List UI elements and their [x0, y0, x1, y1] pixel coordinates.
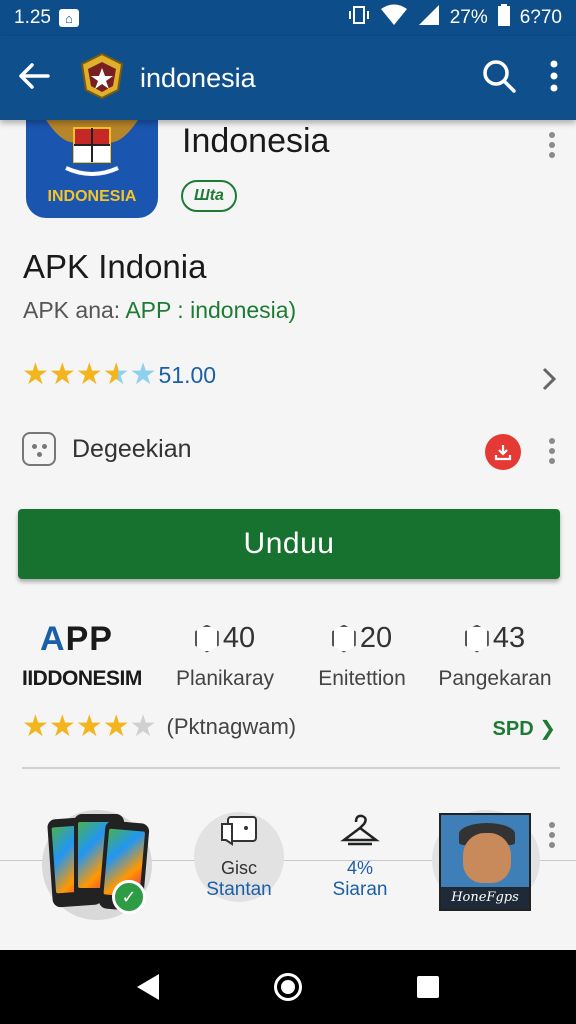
wifi-icon: [380, 4, 408, 32]
nav-recents-icon[interactable]: [416, 976, 439, 998]
signal-icon: [418, 4, 440, 32]
star-empty-icon: ★: [129, 710, 157, 743]
star-icon: ★: [75, 710, 103, 743]
download-icon[interactable]: [485, 434, 521, 470]
secondary-rating-text: (Pktnagwam): [166, 714, 297, 739]
brand-name: IIDDONESIM: [22, 667, 142, 690]
star-icon: ★: [48, 710, 76, 743]
stat-label: Pangekaran: [438, 667, 552, 690]
stat-item: 40 Planikaray: [160, 622, 290, 691]
hex-icon: [464, 624, 489, 653]
brand-logo-text: PP: [65, 620, 113, 658]
stat-label: Enitettion: [318, 667, 406, 690]
card-siaran[interactable]: 4% Siaran: [310, 810, 410, 901]
star-empty-icon: ★: [129, 358, 157, 391]
hanger-icon: [310, 810, 410, 854]
stat-label: Planikaray: [175, 667, 275, 690]
brand-block: APP IIDDONESIM: [22, 620, 142, 691]
stat-item: 20 Enitettion: [297, 622, 427, 691]
card-menu-icon[interactable]: [548, 822, 556, 848]
divider: [22, 767, 560, 769]
status-bar: 1.25 ⌂ 27% 6?70: [0, 0, 576, 36]
garuda-logo-icon: [78, 52, 126, 105]
notification-icon: ⌂: [58, 9, 79, 27]
apk-subtitle: APK ana: APP : indonesia): [23, 297, 296, 324]
star-icon: ★: [75, 358, 103, 391]
app-toolbar: indonesia: [0, 36, 576, 120]
card-line1: Gisc: [221, 858, 257, 878]
vibrate-icon: [348, 5, 370, 31]
game-hero-card[interactable]: HoneFgps: [439, 813, 531, 911]
brand-logo: APP: [40, 620, 113, 658]
app-icon-label: INDONESIA: [47, 188, 137, 205]
card-line2: Stantan: [206, 879, 272, 900]
app-name: Indonesia: [182, 122, 330, 160]
app-menu-icon[interactable]: [548, 132, 556, 158]
hex-icon: [331, 624, 356, 653]
install-button[interactable]: Unduu: [18, 509, 560, 579]
stat-value: 20: [359, 622, 393, 654]
card-stantan[interactable]: Gisc Stantan: [189, 810, 289, 901]
rating-row[interactable]: ★ ★ ★ ★ ★ 51.00: [22, 360, 216, 390]
spd-link-label: SPD: [492, 718, 534, 740]
developer-label: Degeekian: [72, 434, 192, 463]
card-line1: 4%: [346, 858, 373, 878]
nav-home-icon[interactable]: [273, 973, 302, 1001]
garuda-emblem-icon: [46, 120, 138, 176]
apk-subtitle-link[interactable]: APP : indonesia): [125, 297, 296, 323]
hero-caption: HoneFgps: [441, 887, 529, 909]
toolbar-title: indonesia: [140, 62, 256, 93]
stat-value: 40: [222, 622, 256, 654]
hero-face: [463, 833, 511, 883]
overflow-menu-icon[interactable]: [550, 60, 558, 97]
star-half-icon: ★: [102, 358, 130, 391]
app-icon: INDONESIA: [26, 120, 158, 218]
stat-item: 43 Pangekaran: [430, 622, 560, 691]
developer-row[interactable]: Degeekian: [22, 432, 192, 466]
nav-back-icon[interactable]: [137, 974, 160, 1000]
developer-menu-icon[interactable]: [548, 438, 556, 464]
status-time: 1.25: [14, 7, 51, 28]
app-detail-content: INDONESIA Indonesia Шtа APK Indonia APK …: [0, 120, 576, 950]
card-line2: Siaran: [332, 879, 388, 900]
star-icon: ★: [22, 710, 49, 743]
apk-title: APK Indonia: [23, 248, 207, 285]
search-icon[interactable]: [482, 59, 516, 98]
developer-icon: [22, 432, 56, 466]
star-icon: ★: [48, 358, 76, 391]
apk-subtitle-prefix: APK ana:: [23, 297, 126, 323]
star-icon: ★: [102, 710, 130, 743]
hex-icon: [194, 624, 219, 653]
navigation-bar: [0, 950, 576, 1024]
battery-percent: 27%: [449, 7, 488, 28]
spd-link[interactable]: SPD ❯: [493, 716, 556, 741]
secondary-rating: ★ ★ ★ ★ ★ (Pktnagwam): [22, 712, 296, 742]
status-clock: 6?70: [519, 7, 562, 28]
star-icon: ★: [22, 358, 49, 391]
chevron-right-icon: ❯: [539, 718, 556, 740]
chevron-right-icon[interactable]: [540, 366, 558, 399]
rating-value: 51.00: [158, 361, 217, 388]
battery-icon: [497, 4, 510, 32]
check-icon: ✓: [112, 880, 146, 914]
chat-card-icon: [189, 810, 289, 854]
stat-value: 43: [492, 622, 526, 654]
back-arrow-icon[interactable]: [18, 62, 50, 95]
app-badge: Шtа: [181, 180, 237, 212]
